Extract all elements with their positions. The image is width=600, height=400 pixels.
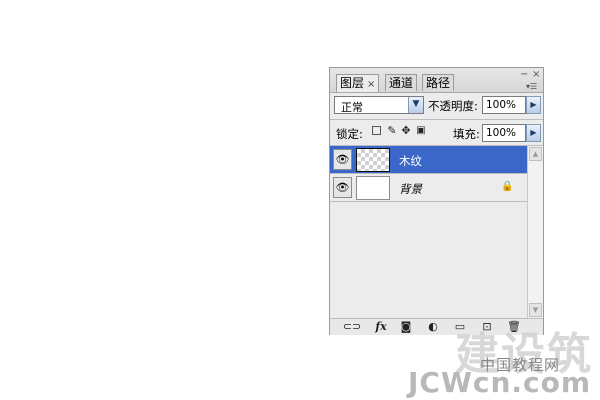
- close-icon[interactable]: ×: [532, 70, 540, 80]
- layers-panel: 图层 × 通道 路径 − × ▾☰ 正常 ▼ 不透明度: 100% ▶ 锁定: ✎…: [329, 67, 544, 335]
- layer-list: 👁 木纹 👁 背景 🔒: [330, 146, 527, 318]
- blend-opacity-row: 正常 ▼ 不透明度: 100% ▶: [330, 93, 543, 119]
- fill-input[interactable]: 100%: [482, 124, 526, 142]
- blend-mode-select[interactable]: 正常 ▼: [334, 96, 424, 114]
- tab-layers-label: 图层: [340, 76, 365, 90]
- layer-thumbnail: [356, 176, 390, 200]
- minimize-icon[interactable]: −: [520, 70, 528, 80]
- fx-icon[interactable]: fx: [372, 320, 390, 334]
- blend-mode-value: 正常: [341, 101, 363, 114]
- tab-paths[interactable]: 路径: [422, 74, 455, 91]
- panel-titlebar: 图层 × 通道 路径 − × ▾☰: [330, 68, 543, 93]
- opacity-input[interactable]: 100%: [482, 96, 526, 114]
- fill-label: 填充:: [453, 127, 480, 141]
- layer-row-wood[interactable]: 👁 木纹: [330, 146, 527, 174]
- lock-label: 锁定:: [336, 127, 363, 141]
- tab-close-icon[interactable]: ×: [367, 79, 375, 90]
- adjustment-icon[interactable]: ◐: [426, 320, 440, 334]
- opacity-label: 不透明度:: [428, 99, 478, 113]
- fill-arrow-button[interactable]: ▶: [526, 124, 541, 142]
- layer-name: 木纹: [399, 154, 422, 168]
- scrollbar[interactable]: ▲ ▼: [527, 146, 543, 318]
- tab-channels-label: 通道: [389, 76, 414, 90]
- lock-position-icon[interactable]: ✥: [400, 125, 412, 137]
- tab-channels[interactable]: 通道: [385, 74, 418, 91]
- mask-icon[interactable]: ◙: [399, 320, 413, 334]
- panel-menu-icon[interactable]: ▾☰: [526, 82, 537, 92]
- eye-icon[interactable]: 👁: [333, 177, 352, 198]
- tab-layers[interactable]: 图层 ×: [336, 74, 380, 92]
- layer-row-background[interactable]: 👁 背景 🔒: [330, 174, 527, 202]
- lock-pixels-icon[interactable]: ✎: [386, 125, 398, 137]
- layer-thumbnail: [356, 148, 390, 172]
- eye-icon[interactable]: 👁: [333, 149, 352, 170]
- divider: [330, 119, 543, 120]
- scroll-down-icon[interactable]: ▼: [529, 303, 542, 317]
- lock-transparency-icon[interactable]: [372, 126, 381, 135]
- scroll-up-icon[interactable]: ▲: [529, 147, 542, 161]
- chevron-down-icon[interactable]: ▼: [408, 97, 423, 113]
- lock-all-icon[interactable]: ▣: [415, 125, 427, 137]
- link-icon[interactable]: ⊂⊃: [342, 320, 362, 334]
- opacity-arrow-button[interactable]: ▶: [526, 96, 541, 114]
- watermark-url: JCWcn.com: [408, 366, 592, 399]
- lock-icon: 🔒: [501, 181, 514, 192]
- layer-name: 背景: [399, 182, 422, 196]
- tab-paths-label: 路径: [426, 76, 451, 90]
